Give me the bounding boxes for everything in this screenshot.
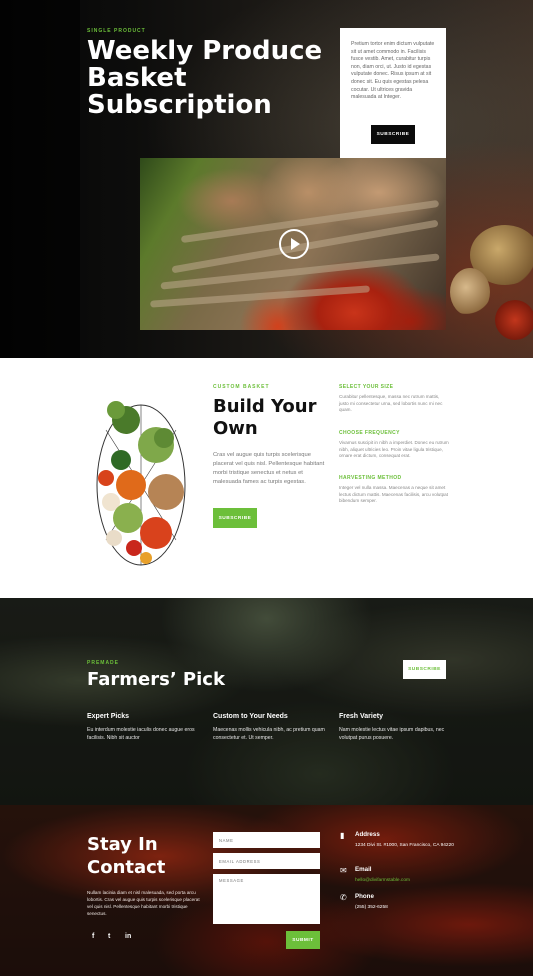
contact-title: Stay In Contact (87, 834, 166, 878)
section-overlay (0, 598, 533, 805)
contact-phone: Phone (255) 352-6258 (355, 893, 455, 911)
submit-button[interactable]: Submit (286, 931, 320, 949)
column-title: Fresh Variety (339, 713, 383, 720)
twitter-icon[interactable]: t (108, 933, 110, 940)
melon-decoration (450, 268, 490, 316)
basket-weave (160, 253, 440, 290)
message-field[interactable] (213, 874, 320, 924)
basket-weave (180, 199, 440, 244)
contact-address: Address 1234 Divi St. #1000, San Francis… (355, 831, 455, 849)
tomato-decoration (495, 300, 533, 340)
column-text: Maecenas mollis vehicula nibh, ac pretiu… (213, 727, 325, 741)
column-text: Eu interdum molestie iaculis donec augue… (87, 727, 195, 741)
column-title: Custom to Your Needs (213, 713, 288, 720)
feature-title: Select Your Size (339, 384, 394, 390)
hero-eyebrow: Single Product (87, 28, 146, 34)
envelope-icon: ✉ (340, 866, 347, 875)
farmers-subscribe-button[interactable]: Subscribe (403, 660, 446, 679)
linkedin-icon[interactable]: in (125, 933, 131, 940)
feature-frequency: Choose Frequency Vivamus suscipit in nib… (339, 430, 449, 460)
feature-text: Integer vel nulla massa. Maecenas a nequ… (339, 485, 449, 504)
farmers-column-custom: Custom to Your Needs Maecenas mollis veh… (213, 713, 328, 742)
contact-text: Nullam lacinia diam et nisl malesuada, s… (87, 890, 200, 916)
column-title: Expert Picks (87, 713, 130, 720)
farmers-title: Farmers’ Pick (87, 669, 225, 690)
feature-text: Vivamus suscipit in nibh a imperdiet. Do… (339, 440, 449, 459)
feature-size: Select Your Size Curabitur pellentesque,… (339, 384, 449, 414)
hero-shadow (0, 0, 80, 358)
farmers-column-fresh: Fresh Variety Nam molestie lectus vitae … (339, 713, 454, 742)
hero-subscribe-button[interactable]: Subscribe (371, 125, 415, 144)
build-title: Build Your Own (213, 396, 317, 439)
contact-info-text: 1234 Divi St. #1000, San Francisco, CA 9… (355, 843, 454, 848)
farmers-eyebrow: Premade (87, 660, 120, 666)
feature-text: Curabitur pellentesque, massa nec rutrum… (339, 394, 443, 413)
contact-info-text: (255) 352-6258 (355, 905, 388, 910)
name-field[interactable] (213, 832, 320, 848)
build-text: Cras vel augue quis turpis scelerisque p… (213, 452, 325, 485)
basket-weave (150, 285, 370, 308)
contact-email: Email hello@divifarmstable.com (355, 866, 455, 884)
feature-harvesting: Harvesting Method Integer vel nulla mass… (339, 475, 449, 505)
feature-title: Harvesting Method (339, 475, 402, 481)
play-triangle (291, 238, 300, 250)
hero-card-text: Pretium tortor enim dictum vulputate sit… (351, 41, 435, 101)
farmers-pick-section (0, 598, 533, 805)
build-eyebrow: Custom Basket (213, 384, 270, 390)
page-title: Weekly Produce Basket Subscription (87, 36, 323, 120)
map-icon: ▮ (340, 831, 345, 840)
farmers-column-expert: Expert Picks Eu interdum molestie iaculi… (87, 713, 202, 742)
contact-info-title: Phone (355, 893, 374, 900)
contact-info-title: Address (355, 831, 380, 838)
column-text: Nam molestie lectus vitae ipsum dapibus,… (339, 727, 445, 741)
build-subscribe-button[interactable]: Subscribe (213, 508, 257, 528)
vegetable-basket-image (96, 401, 186, 566)
phone-icon: ✆ (340, 893, 347, 902)
play-icon[interactable] (279, 229, 309, 259)
email-link[interactable]: hello@divifarmstable.com (355, 877, 455, 884)
feature-title: Choose Frequency (339, 430, 400, 436)
facebook-icon[interactable]: f (92, 933, 94, 940)
contact-info-title: Email (355, 866, 372, 873)
email-field[interactable] (213, 853, 320, 869)
